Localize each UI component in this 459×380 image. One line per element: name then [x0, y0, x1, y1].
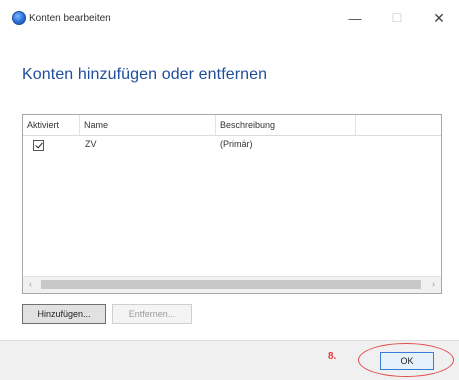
- list-header: Aktiviert Name Beschreibung: [23, 115, 441, 136]
- window-title: Konten bearbeiten: [29, 13, 111, 24]
- table-row[interactable]: ZV (Primär): [23, 137, 441, 155]
- scroll-thumb[interactable]: [41, 280, 421, 289]
- globe-icon: [12, 11, 26, 25]
- column-header-description[interactable]: Beschreibung: [216, 115, 356, 135]
- column-header-activated[interactable]: Aktiviert: [23, 115, 80, 135]
- ok-button[interactable]: OK: [380, 352, 434, 370]
- minimize-button[interactable]: —: [340, 6, 370, 30]
- step-annotation: 8.: [328, 351, 337, 362]
- scroll-right-icon[interactable]: ›: [432, 279, 435, 289]
- activated-checkbox[interactable]: [33, 140, 44, 151]
- title-bar: Konten bearbeiten — ☐ ✕: [0, 0, 459, 40]
- remove-account-button: Entfernen...: [112, 304, 192, 324]
- column-header-name[interactable]: Name: [80, 115, 216, 135]
- scroll-left-icon[interactable]: ‹: [29, 279, 32, 289]
- account-name: ZV: [85, 139, 97, 149]
- close-button[interactable]: ✕: [424, 6, 454, 30]
- horizontal-scrollbar[interactable]: ‹ ›: [23, 276, 441, 293]
- page-heading: Konten hinzufügen oder entfernen: [22, 66, 268, 83]
- accounts-list[interactable]: Aktiviert Name Beschreibung ZV (Primär) …: [22, 114, 442, 294]
- account-description: (Primär): [220, 139, 253, 149]
- add-account-button[interactable]: Hinzufügen...: [22, 304, 106, 324]
- maximize-button: ☐: [391, 11, 403, 25]
